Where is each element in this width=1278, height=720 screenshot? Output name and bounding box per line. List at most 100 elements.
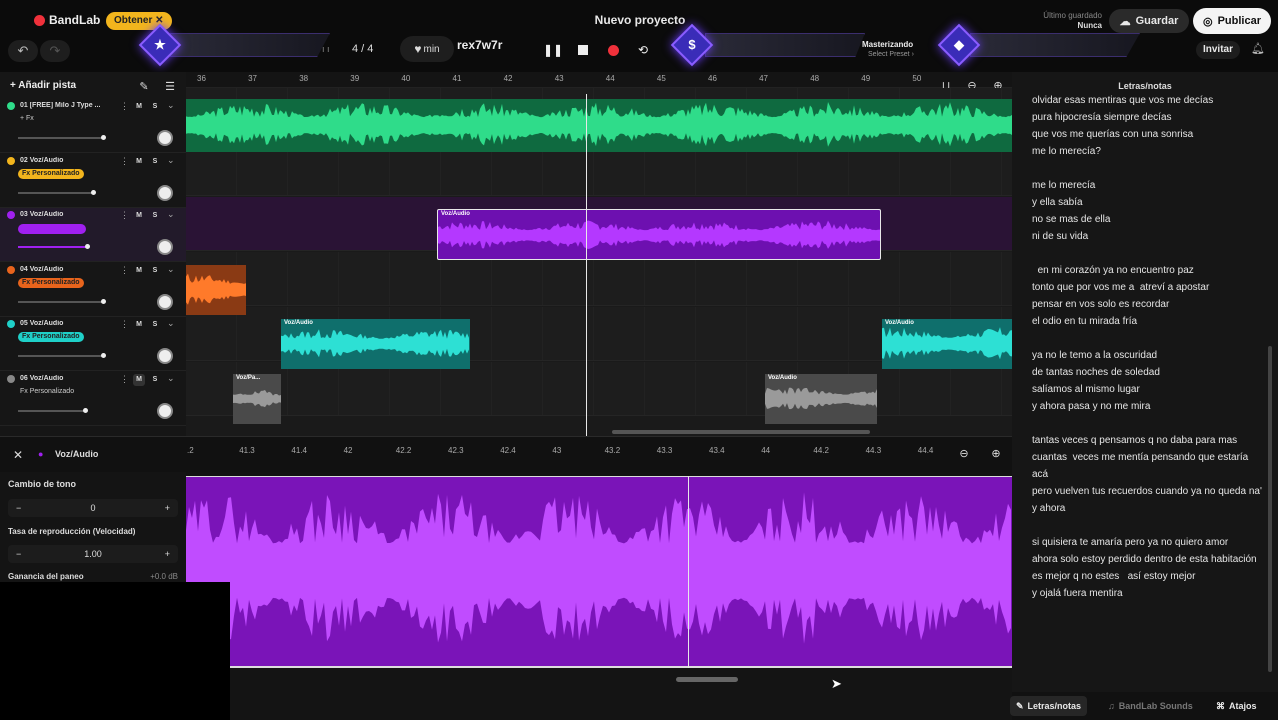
tab-shortcuts[interactable]: ⌘ Atajos xyxy=(1210,696,1263,716)
chevron-down-icon[interactable]: ⌄ xyxy=(167,100,175,111)
tab-lyrics[interactable]: ✎ Letras/notas xyxy=(1010,696,1088,716)
timeline-ruler[interactable] xyxy=(186,72,1012,88)
pan-knob[interactable] xyxy=(157,130,173,146)
volume-slider[interactable] xyxy=(18,135,106,140)
solo-button[interactable]: S xyxy=(149,265,161,277)
track-name[interactable]: 05 Voz/Audio xyxy=(20,320,116,327)
add-track-button[interactable]: + Añadir pista xyxy=(6,77,80,95)
more-icon[interactable]: ⋮ xyxy=(120,210,129,221)
mute-button[interactable]: M xyxy=(133,210,145,222)
time-signature[interactable]: 4 / 4 xyxy=(352,43,373,55)
slider-knob[interactable] xyxy=(91,189,96,195)
track-fx[interactable]: + Fx xyxy=(20,115,34,122)
mute-button[interactable]: M xyxy=(133,156,145,168)
playhead[interactable] xyxy=(586,94,587,436)
fx-badge[interactable] xyxy=(18,224,86,235)
track-name[interactable]: 01 [FREE] Milo J Type ... xyxy=(20,102,116,109)
pan-knob[interactable] xyxy=(157,184,173,201)
arrange-scrollbar[interactable] xyxy=(612,430,870,434)
volume-slider[interactable] xyxy=(18,408,88,413)
chevron-down-icon[interactable]: ⌄ xyxy=(167,155,175,166)
mute-button[interactable]: M xyxy=(133,374,145,386)
more-icon[interactable]: ⋮ xyxy=(120,101,129,112)
solo-button[interactable]: S xyxy=(149,210,161,222)
publish-button[interactable]: ◎ Publicar xyxy=(1193,8,1271,34)
editor-scrollbar[interactable] xyxy=(676,677,738,682)
mixer-icon[interactable]: ☰ xyxy=(160,76,180,96)
editor-ruler-tick: 43.3 xyxy=(656,446,673,455)
pan-knob[interactable] xyxy=(157,293,173,310)
record-button[interactable] xyxy=(602,39,624,61)
chevron-down-icon[interactable]: ⌄ xyxy=(167,318,175,329)
minus-icon[interactable]: − xyxy=(16,503,21,513)
solo-button[interactable]: S xyxy=(149,319,161,331)
project-title[interactable]: Nuevo proyecto xyxy=(560,13,720,27)
bandlab-logo[interactable]: BandLab xyxy=(34,13,100,27)
clip-track-4[interactable] xyxy=(186,265,246,315)
tab-bandlab-sounds[interactable]: ♫ BandLab Sounds xyxy=(1102,696,1199,716)
track-name[interactable]: 02 Voz/Audio xyxy=(20,157,116,164)
mute-button[interactable]: M xyxy=(133,319,145,331)
close-editor-button[interactable]: ✕ xyxy=(9,446,27,464)
chevron-down-icon[interactable]: ⌄ xyxy=(167,264,175,275)
clip-track-6a[interactable]: Voz/Pa... xyxy=(233,374,281,424)
fx-badge[interactable]: Fx Personalizado xyxy=(18,332,84,343)
more-icon[interactable]: ⋮ xyxy=(120,319,129,330)
track-fx[interactable]: Fx Personalizado xyxy=(20,388,74,395)
key-field[interactable]: rex7w7r xyxy=(457,38,502,52)
mute-button[interactable]: M xyxy=(133,101,145,113)
invite-button[interactable]: Invitar xyxy=(1196,41,1240,59)
slider-knob[interactable] xyxy=(83,408,88,413)
track-name[interactable]: 06 Voz/Audio xyxy=(20,375,116,382)
bell-icon[interactable]: 🔔︎ xyxy=(1250,42,1266,58)
editor-zoom-in-icon[interactable]: ⊕ xyxy=(986,443,1006,463)
loop-button[interactable]: ⟲ xyxy=(632,39,654,61)
solo-button[interactable]: S xyxy=(149,374,161,386)
arrangement-area[interactable]: Voz/Audio Voz/Audio Voz/Audio Voz/Pa... … xyxy=(186,88,1012,436)
clip-track-3[interactable]: Voz/Audio xyxy=(437,209,881,260)
tempo-field[interactable]: ♥ min xyxy=(400,36,454,62)
chevron-down-icon[interactable]: ⌄ xyxy=(167,209,175,220)
pan-knob[interactable] xyxy=(157,403,173,419)
rate-stepper[interactable]: −1.00 + xyxy=(8,545,178,563)
minus-icon[interactable]: − xyxy=(16,549,21,559)
metronome-icon[interactable]: ı ı xyxy=(322,44,330,54)
fx-badge[interactable]: Fx Personalizado xyxy=(18,168,84,179)
solo-button[interactable]: S xyxy=(149,101,161,113)
clip-track-1[interactable] xyxy=(186,99,1012,152)
lyrics-scrollbar[interactable] xyxy=(1268,346,1272,672)
pencil-icon[interactable]: ✎ xyxy=(134,76,154,96)
volume-slider[interactable] xyxy=(18,244,90,250)
editor-playhead[interactable] xyxy=(688,476,689,668)
pause-button[interactable]: ❚❚ xyxy=(542,39,564,61)
save-button[interactable]: ☁ Guardar xyxy=(1109,9,1189,33)
volume-slider[interactable] xyxy=(18,298,106,304)
more-icon[interactable]: ⋮ xyxy=(120,156,129,167)
fx-badge[interactable]: Fx Personalizado xyxy=(18,277,84,288)
editor-zoom-out-icon[interactable]: ⊖ xyxy=(954,443,974,463)
gain-row[interactable]: Ganancia del paneo +0.0 dB xyxy=(8,572,178,581)
chevron-down-icon[interactable]: ⌄ xyxy=(167,373,175,384)
slider-knob[interactable] xyxy=(101,298,106,304)
stop-button[interactable] xyxy=(572,39,594,61)
editor-waveform[interactable] xyxy=(186,476,1012,668)
track-name[interactable]: 03 Voz/Audio xyxy=(20,211,116,218)
clip-track-5b[interactable]: Voz/Audio xyxy=(882,319,1012,369)
clip-track-5a[interactable]: Voz/Audio xyxy=(281,319,470,369)
redo-button[interactable]: ↷ xyxy=(40,40,70,62)
pitch-stepper[interactable]: −0 + xyxy=(8,499,178,517)
volume-slider[interactable] xyxy=(18,353,106,359)
more-icon[interactable]: ⋮ xyxy=(120,265,129,276)
plus-icon[interactable]: + xyxy=(165,503,170,513)
clip-track-6b[interactable]: Voz/Audio xyxy=(765,374,877,424)
mute-button[interactable]: M xyxy=(133,265,145,277)
track-name[interactable]: 04 Voz/Audio xyxy=(20,266,116,273)
solo-button[interactable]: S xyxy=(149,156,161,168)
slider-knob[interactable] xyxy=(101,135,106,140)
volume-slider[interactable] xyxy=(18,189,96,195)
mastering-preset[interactable]: Select Preset › xyxy=(868,51,914,58)
more-icon[interactable]: ⋮ xyxy=(120,374,129,385)
undo-button[interactable]: ↶ xyxy=(8,40,38,62)
lyrics-text[interactable]: olvidar esas mentiras que vos me decías p… xyxy=(1032,92,1264,678)
plus-icon[interactable]: + xyxy=(165,549,170,559)
